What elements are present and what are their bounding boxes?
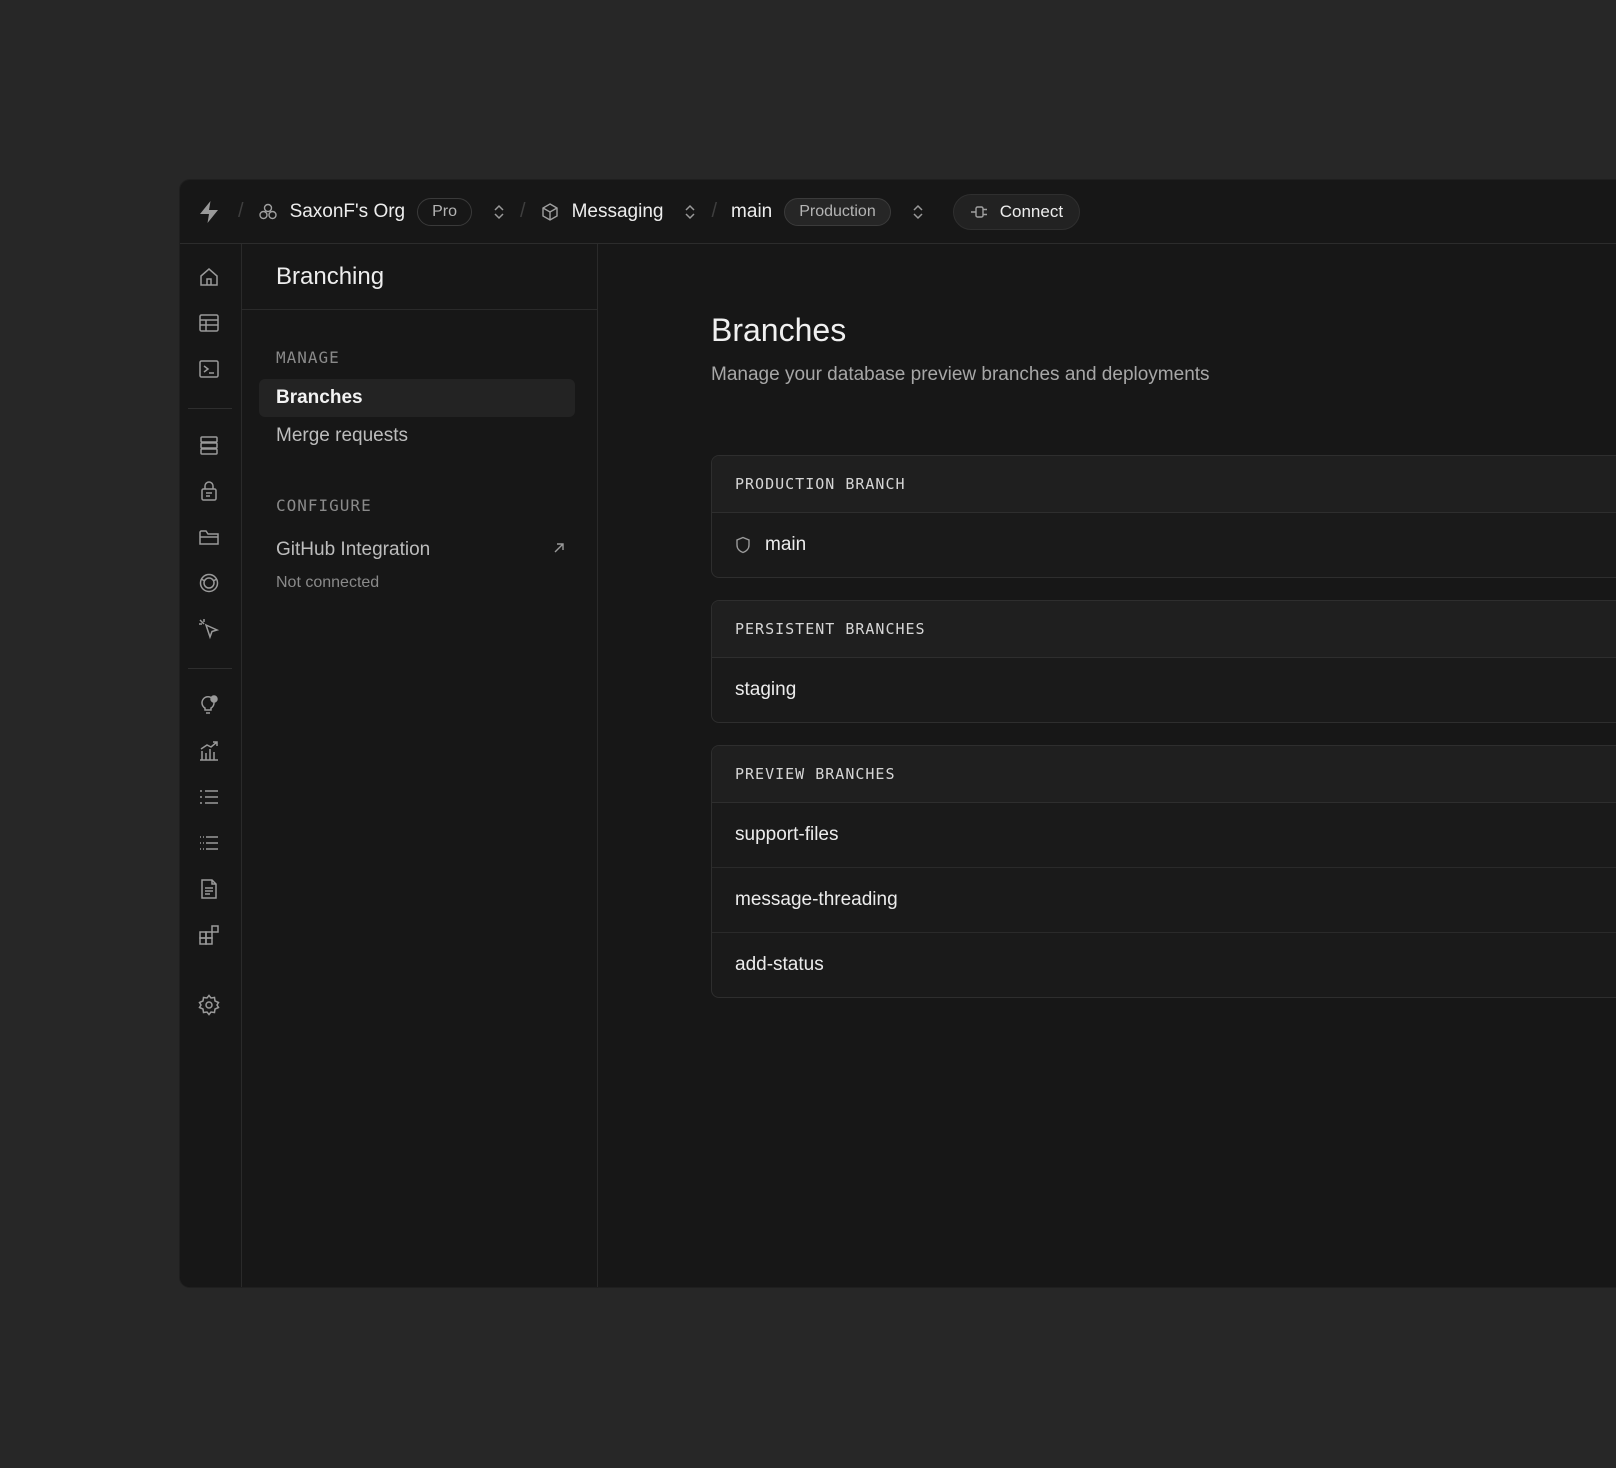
advisors-icon[interactable] (196, 692, 222, 718)
project-selector[interactable]: Messaging (540, 201, 698, 223)
breadcrumb-separator: / (711, 200, 718, 222)
preview-branches-card: PREVIEW BRANCHES support-files message-t… (711, 745, 1616, 998)
api-docs-icon[interactable] (196, 830, 222, 856)
reports-icon[interactable] (196, 738, 222, 764)
external-link-arrow-icon (552, 539, 566, 561)
manage-section-label: MANAGE (276, 348, 340, 367)
rail-divider (188, 668, 232, 669)
branch-name: main (731, 200, 773, 222)
branch-selector[interactable]: main Production (731, 197, 925, 226)
branch-name: add-status (735, 954, 824, 975)
database-icon[interactable] (196, 432, 222, 458)
branch-row[interactable]: add-status (712, 933, 1616, 997)
integrations-icon[interactable] (196, 922, 222, 948)
shield-icon (735, 536, 751, 554)
connect-button[interactable]: Connect (952, 193, 1081, 230)
branch-name: staging (735, 679, 797, 700)
breadcrumb-separator: / (238, 200, 244, 222)
top-bar: / SaxonF's Org Pro / Messaging / main Pr… (180, 180, 1616, 244)
branch-row[interactable]: support-files (712, 803, 1616, 868)
branch-name: main (765, 534, 807, 555)
card-header: PERSISTENT BRANCHES (712, 601, 1616, 658)
app-window: / SaxonF's Org Pro / Messaging / main Pr… (180, 180, 1616, 1287)
edge-functions-icon[interactable] (196, 616, 222, 642)
settings-icon[interactable] (196, 992, 222, 1018)
card-header: PREVIEW BRANCHES (712, 746, 1616, 803)
breadcrumb-separator: / (520, 200, 526, 222)
github-integration-label: GitHub Integration (276, 539, 431, 560)
branch-env-badge: Production (784, 197, 891, 226)
persistent-branches-card: PERSISTENT BRANCHES staging (711, 600, 1616, 723)
org-plan-badge: Pro (417, 197, 473, 226)
chevron-up-down-icon[interactable] (492, 203, 506, 221)
branching-sidebar: Branching MANAGE Branches Merge requests… (242, 244, 598, 1287)
icon-rail (180, 244, 242, 1287)
project-box-icon (540, 202, 560, 222)
sql-editor-icon[interactable] (196, 356, 222, 382)
rail-divider (188, 408, 232, 409)
github-status: Not connected (276, 574, 380, 591)
realtime-icon[interactable] (196, 570, 222, 596)
branch-name: message-threading (735, 889, 898, 910)
branch-row[interactable]: main (712, 513, 1616, 577)
table-editor-icon[interactable] (196, 310, 222, 336)
branch-row[interactable]: message-threading (712, 868, 1616, 933)
project-name: Messaging (571, 200, 664, 222)
branch-row[interactable]: staging (712, 658, 1616, 722)
home-icon[interactable] (196, 264, 222, 290)
plug-icon (970, 203, 990, 221)
org-icon (258, 202, 278, 222)
sidebar-item-merge-requests[interactable]: Merge requests (259, 417, 575, 455)
storage-icon[interactable] (196, 524, 222, 550)
supabase-logo-icon[interactable] (198, 198, 224, 226)
production-branch-card: PRODUCTION BRANCH main (711, 455, 1616, 578)
org-selector[interactable]: SaxonF's Org Pro (258, 197, 506, 226)
page-subtitle: Manage your database preview branches an… (711, 364, 1210, 385)
docs-icon[interactable] (196, 876, 222, 902)
sidebar-item-branches[interactable]: Branches (259, 379, 575, 417)
sidebar-title: Branching (242, 244, 597, 310)
branch-name: support-files (735, 824, 839, 845)
main-content: Branches Manage your database preview br… (598, 244, 1616, 1287)
github-integration-link[interactable]: GitHub Integration (276, 539, 566, 561)
configure-section-label: CONFIGURE (276, 496, 372, 515)
chevron-up-down-icon[interactable] (683, 203, 697, 221)
org-name: SaxonF's Org (289, 200, 406, 222)
chevron-up-down-icon[interactable] (911, 203, 925, 221)
card-header: PRODUCTION BRANCH (712, 456, 1616, 513)
page-title: Branches (711, 312, 847, 348)
connect-label: Connect (999, 201, 1064, 221)
auth-icon[interactable] (196, 478, 222, 504)
logs-icon[interactable] (196, 784, 222, 810)
